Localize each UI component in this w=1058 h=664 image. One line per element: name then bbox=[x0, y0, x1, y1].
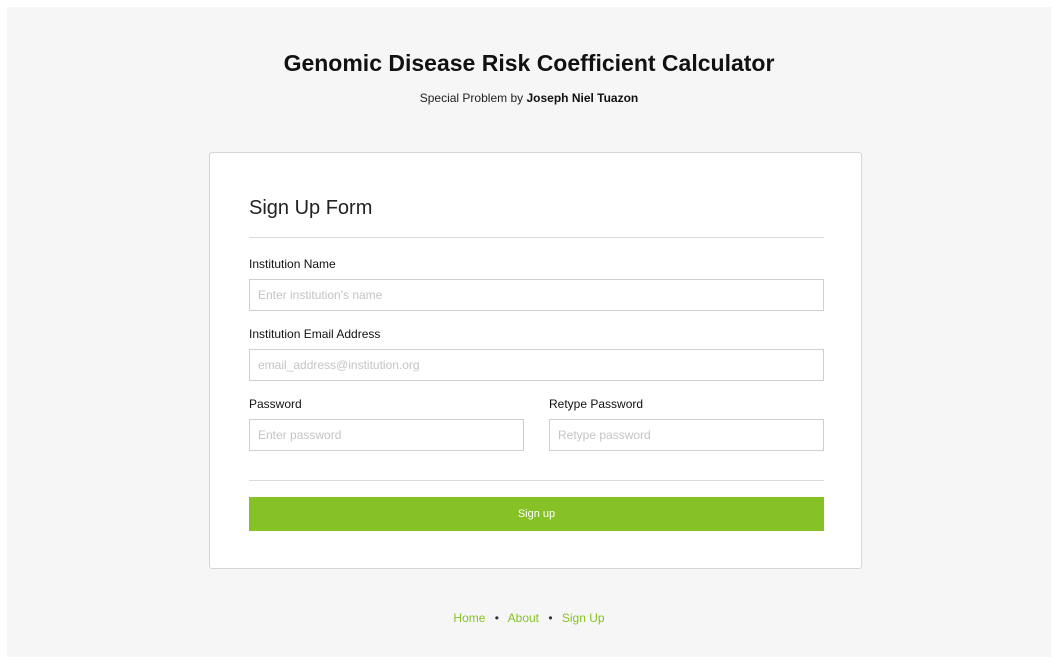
footer-link-about[interactable]: About bbox=[508, 611, 539, 625]
footer-link-signup[interactable]: Sign Up bbox=[562, 611, 605, 625]
footer-separator: • bbox=[548, 611, 553, 625]
password-input[interactable] bbox=[249, 419, 524, 451]
author-name: Joseph Niel Tuazon bbox=[526, 91, 639, 105]
institution-name-label: Institution Name bbox=[249, 257, 336, 271]
app-title: Genomic Disease Risk Coefficient Calcula… bbox=[283, 50, 775, 76]
institution-email-input[interactable] bbox=[249, 349, 824, 381]
page-background: Genomic Disease Risk Coefficient Calcula… bbox=[7, 7, 1051, 657]
signup-button[interactable]: Sign up bbox=[249, 497, 824, 531]
institution-name-input[interactable] bbox=[249, 279, 824, 311]
subtitle-prefix: Special Problem by bbox=[419, 91, 524, 105]
form-divider-top bbox=[249, 237, 824, 238]
footer-nav: Home • About • Sign Up bbox=[7, 611, 1051, 625]
institution-email-label: Institution Email Address bbox=[249, 327, 381, 341]
app-subtitle: Special Problem by Joseph Niel Tuazon bbox=[7, 91, 1051, 105]
retype-password-label: Retype Password bbox=[549, 397, 644, 411]
retype-password-input[interactable] bbox=[549, 419, 824, 451]
footer-link-home[interactable]: Home bbox=[453, 611, 485, 625]
footer-separator: • bbox=[494, 611, 499, 625]
signup-card: Sign Up Form Institution Name Institutio… bbox=[209, 152, 862, 569]
password-label: Password bbox=[249, 397, 302, 411]
form-divider-bottom bbox=[249, 480, 824, 481]
form-title: Sign Up Form bbox=[249, 197, 373, 219]
